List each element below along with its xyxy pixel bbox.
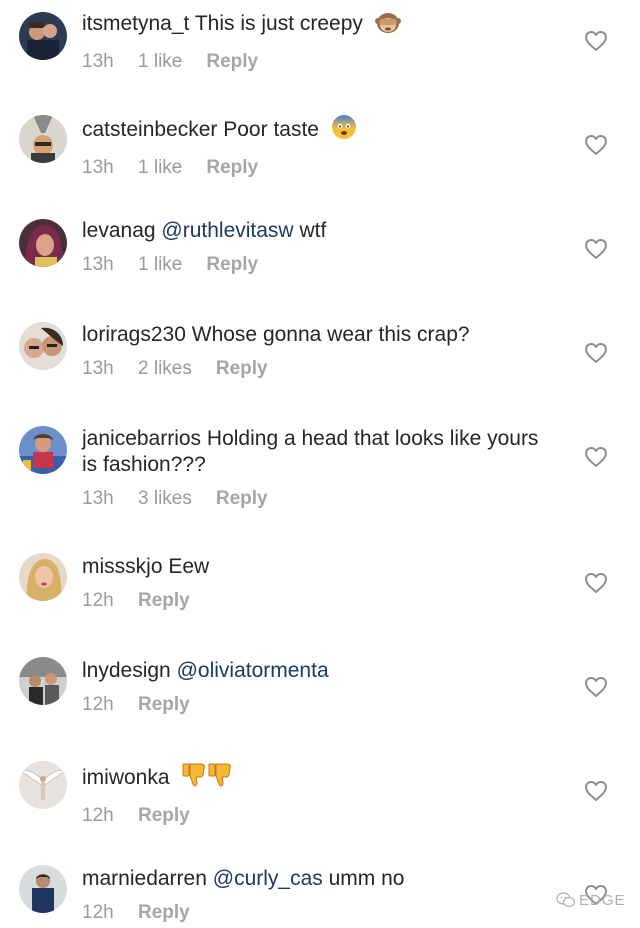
comment-text: lnydesign @oliviatormenta xyxy=(82,658,552,684)
comment-text: catsteinbecker Poor taste xyxy=(82,114,552,147)
comment-mention[interactable]: @oliviatormenta xyxy=(177,659,329,682)
like-heart-icon[interactable] xyxy=(584,30,608,52)
comment-meta: 13h 2 likes Reply xyxy=(82,358,552,380)
avatar[interactable] xyxy=(19,219,67,267)
watermark: EDGE xyxy=(556,892,626,912)
comment-meta: 12h Reply xyxy=(82,902,552,924)
reply-button[interactable]: Reply xyxy=(206,51,258,73)
wechat-icon xyxy=(556,892,576,912)
reply-button[interactable]: Reply xyxy=(138,590,190,612)
reply-button[interactable]: Reply xyxy=(138,694,190,716)
comment-timestamp: 13h xyxy=(82,51,114,72)
like-heart-icon[interactable] xyxy=(584,572,608,594)
like-heart-icon[interactable] xyxy=(584,676,608,698)
comment-username[interactable]: lorirags230 xyxy=(82,323,186,346)
comment-message: Poor taste xyxy=(223,118,319,141)
comment-timestamp: 13h xyxy=(82,254,114,275)
comment-mention[interactable]: @ruthlevitasw xyxy=(161,219,293,242)
reply-button[interactable]: Reply xyxy=(206,254,258,276)
comment-likes[interactable]: 1 like xyxy=(138,254,182,276)
comment-username[interactable]: lnydesign xyxy=(82,659,171,682)
like-heart-icon[interactable] xyxy=(584,238,608,260)
comment-likes[interactable]: 3 likes xyxy=(138,488,192,510)
comment-mention[interactable]: @curly_cas xyxy=(213,867,323,890)
comment-message: This is just creepy xyxy=(194,12,363,35)
comment-meta: 12h Reply xyxy=(82,694,552,716)
comment-message: umm no xyxy=(328,867,405,890)
reply-button[interactable]: Reply xyxy=(138,902,190,924)
comment-username[interactable]: missskjo xyxy=(82,555,163,578)
thumbs-down-icon xyxy=(181,762,235,795)
comment-timestamp: 13h xyxy=(82,488,114,509)
avatar[interactable] xyxy=(19,657,67,705)
like-heart-icon[interactable] xyxy=(584,446,608,468)
comment-timestamp: 12h xyxy=(82,590,114,611)
comment-text: levanag @ruthlevitasw wtf xyxy=(82,218,552,244)
avatar[interactable] xyxy=(19,761,67,809)
reply-button[interactable]: Reply xyxy=(138,805,190,827)
see-no-evil-monkey-icon xyxy=(374,10,401,41)
comment-username[interactable]: itsmetyna_t xyxy=(82,12,189,35)
comment-likes[interactable]: 2 likes xyxy=(138,358,192,380)
comment-meta: 13h 3 likes Reply xyxy=(82,488,552,510)
fearful-face-icon xyxy=(331,114,357,147)
comment-text: lorirags230 Whose gonna wear this crap? xyxy=(82,322,552,348)
comment-timestamp: 13h xyxy=(82,157,114,178)
comment-timestamp: 13h xyxy=(82,358,114,379)
avatar[interactable] xyxy=(19,553,67,601)
comment-username[interactable]: janicebarrios xyxy=(82,427,201,450)
avatar[interactable] xyxy=(19,115,67,163)
comment-username[interactable]: levanag xyxy=(82,219,156,242)
comment-meta: 12h Reply xyxy=(82,805,552,827)
comment-meta: 13h 1 like Reply xyxy=(82,157,552,179)
comment-message: Eew xyxy=(168,555,210,578)
like-heart-icon[interactable] xyxy=(584,342,608,364)
like-heart-icon[interactable] xyxy=(584,134,608,156)
avatar[interactable] xyxy=(19,12,67,60)
comment-meta: 13h 1 like Reply xyxy=(82,51,552,73)
comment-username[interactable]: marniedarren xyxy=(82,867,207,890)
comment-likes[interactable]: 1 like xyxy=(138,51,182,73)
comment-username[interactable]: imiwonka xyxy=(82,766,170,789)
comment-text: marniedarren @curly_cas umm no xyxy=(82,866,552,892)
comment-text: imiwonka xyxy=(82,762,552,795)
comment-timestamp: 12h xyxy=(82,805,114,826)
comment-likes[interactable]: 1 like xyxy=(138,157,182,179)
like-heart-icon[interactable] xyxy=(584,780,608,802)
comment-meta: 12h Reply xyxy=(82,590,552,612)
comment-text: missskjo Eew xyxy=(82,554,552,580)
reply-button[interactable]: Reply xyxy=(206,157,258,179)
comment-message: wtf xyxy=(299,219,327,242)
reply-button[interactable]: Reply xyxy=(216,488,268,510)
avatar[interactable] xyxy=(19,322,67,370)
comment-text: itsmetyna_t This is just creepy xyxy=(82,10,552,41)
avatar[interactable] xyxy=(19,426,67,474)
comment-username[interactable]: catsteinbecker xyxy=(82,118,217,141)
reply-button[interactable]: Reply xyxy=(216,358,268,380)
comment-meta: 13h 1 like Reply xyxy=(82,254,552,276)
avatar[interactable] xyxy=(19,865,67,913)
comment-timestamp: 12h xyxy=(82,694,114,715)
comment-timestamp: 12h xyxy=(82,902,114,923)
comment-message: Whose gonna wear this crap? xyxy=(191,323,470,346)
comment-text: janicebarrios Holding a head that looks … xyxy=(82,426,552,478)
watermark-text: EDGE xyxy=(579,892,626,909)
